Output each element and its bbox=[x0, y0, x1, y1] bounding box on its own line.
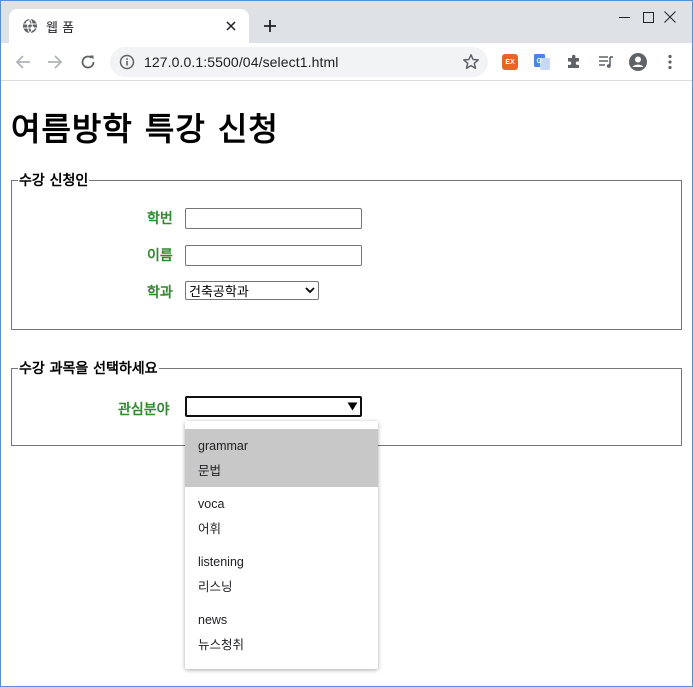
extension-ex-icon[interactable]: EX bbox=[500, 52, 520, 72]
google-translate-icon[interactable]: G bbox=[532, 52, 552, 72]
page-content: 여름방학 특강 신청 수강 신청인 학번 이름 학과 건축공학과 수강 과목을 … bbox=[1, 82, 692, 686]
browser-tab[interactable]: 웹 폼 bbox=[9, 9, 249, 43]
browser-window: 웹 폼 127.0.0.1:5500/04/select1.html EX G … bbox=[0, 0, 693, 687]
kebab-menu-icon[interactable] bbox=[660, 52, 680, 72]
puzzle-icon[interactable] bbox=[564, 52, 584, 72]
extension-ex-label: EX bbox=[505, 58, 515, 66]
option-value: news bbox=[198, 613, 228, 627]
back-arrow-icon[interactable] bbox=[11, 50, 35, 74]
option-grammar[interactable]: grammar 문법 bbox=[185, 429, 378, 487]
globe-icon bbox=[22, 18, 38, 34]
star-icon[interactable] bbox=[462, 53, 480, 71]
page-title: 여름방학 특강 신청 bbox=[11, 110, 279, 148]
tab-strip: 웹 폼 bbox=[1, 1, 692, 43]
applicant-legend: 수강 신청인 bbox=[19, 173, 89, 189]
browser-toolbar: 127.0.0.1:5500/04/select1.html EX G bbox=[1, 43, 692, 81]
option-text: 뉴스청취 bbox=[198, 637, 245, 652]
student-id-input[interactable] bbox=[185, 208, 362, 229]
option-text: 문법 bbox=[198, 463, 222, 478]
profile-icon[interactable] bbox=[628, 52, 648, 72]
reload-icon[interactable] bbox=[76, 50, 100, 74]
tab-title: 웹 폼 bbox=[46, 20, 75, 36]
name-input[interactable] bbox=[185, 245, 362, 266]
plus-icon[interactable] bbox=[260, 16, 280, 36]
info-icon[interactable] bbox=[119, 54, 135, 70]
option-text: 리스닝 bbox=[198, 579, 233, 594]
address-bar[interactable]: 127.0.0.1:5500/04/select1.html bbox=[110, 47, 488, 77]
forward-arrow-icon[interactable] bbox=[43, 50, 67, 74]
option-voca[interactable]: voca 어휘 bbox=[185, 487, 378, 545]
student-id-label: 학번 bbox=[147, 211, 173, 227]
svg-text:G: G bbox=[537, 58, 543, 65]
media-queue-icon[interactable] bbox=[596, 52, 616, 72]
window-close-icon[interactable] bbox=[647, 1, 692, 33]
option-news[interactable]: news 뉴스청취 bbox=[185, 603, 378, 661]
triangle-down-icon bbox=[344, 402, 360, 411]
url-text: 127.0.0.1:5500/04/select1.html bbox=[144, 54, 339, 70]
course-legend: 수강 과목을 선택하세요 bbox=[19, 361, 158, 377]
name-label: 이름 bbox=[147, 248, 173, 264]
option-value: listening bbox=[198, 555, 244, 569]
chevron-down-icon bbox=[302, 287, 318, 294]
option-value: voca bbox=[198, 497, 225, 511]
interest-label: 관심분야 bbox=[118, 402, 170, 418]
interest-dropdown-list: grammar 문법 voca 어휘 listening 리스닝 news 뉴스… bbox=[185, 421, 378, 669]
option-listening[interactable]: listening 리스닝 bbox=[185, 545, 378, 603]
close-icon[interactable] bbox=[223, 18, 239, 34]
option-value: grammar bbox=[198, 439, 249, 453]
dept-label: 학과 bbox=[147, 285, 173, 301]
dept-select[interactable]: 건축공학과 bbox=[185, 281, 319, 300]
dept-select-value: 건축공학과 bbox=[189, 285, 249, 300]
interest-select[interactable] bbox=[185, 396, 362, 417]
option-text: 어휘 bbox=[198, 521, 222, 536]
